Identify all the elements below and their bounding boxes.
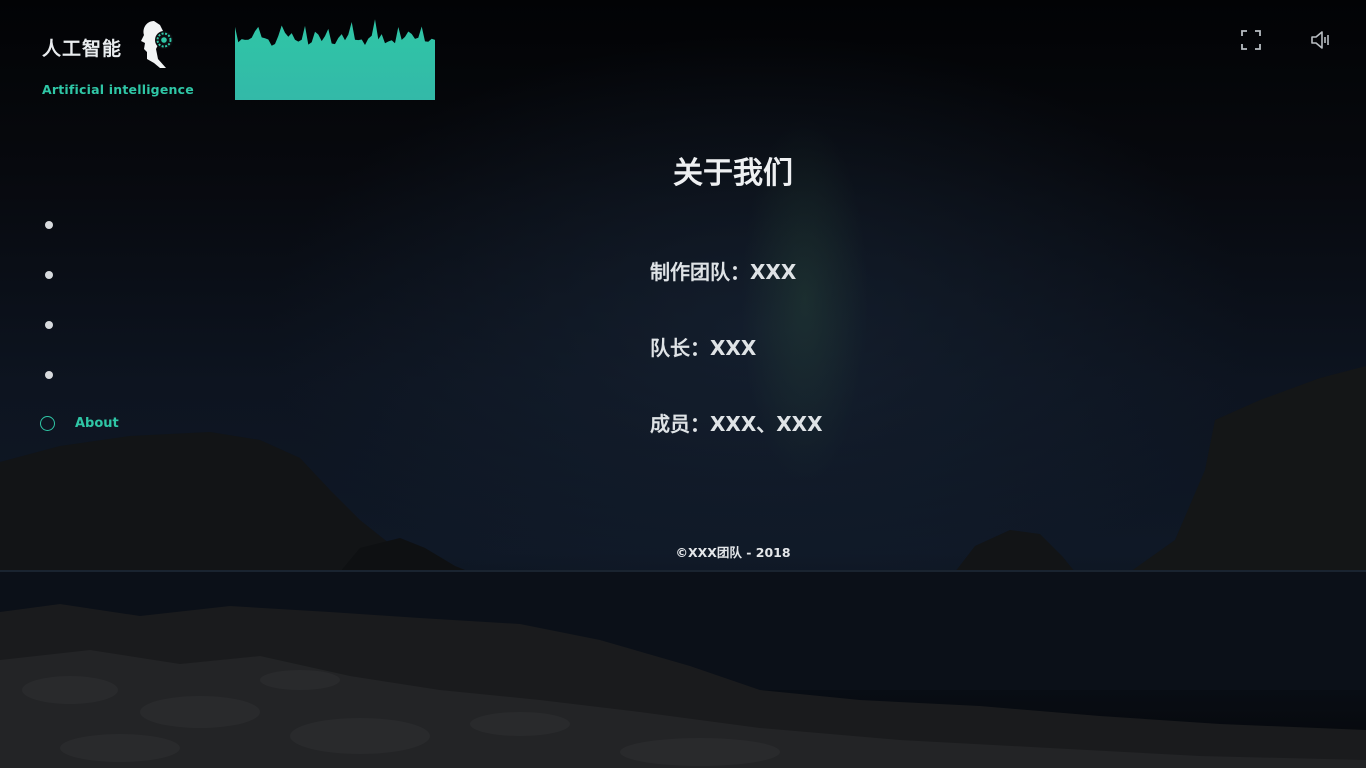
team-line: 制作团队：XXX	[650, 260, 797, 284]
nav-dot	[45, 271, 53, 279]
nav-item-label: About	[75, 416, 119, 431]
copyright: ©XXX团队 - 2018	[675, 545, 791, 560]
nav-item-2[interactable]	[38, 262, 188, 288]
landscape-background	[0, 366, 1366, 768]
members-line: 成员：XXX、XXX	[650, 412, 823, 436]
logo-subtitle: Artificial intelligence	[42, 82, 194, 97]
nav-item-about[interactable]: About	[38, 412, 188, 438]
nav-dot	[45, 221, 53, 229]
face-logo-icon	[141, 21, 173, 68]
active-ring-icon	[40, 416, 55, 431]
page-title: 关于我们	[673, 156, 793, 191]
islet	[955, 530, 1075, 572]
logo-title: 人工智能	[42, 38, 123, 60]
fullscreen-icon[interactable]	[1239, 28, 1263, 52]
right-cliff	[1130, 366, 1366, 572]
leader-line: 队长：XXX	[650, 336, 757, 360]
nav-dot	[45, 321, 53, 329]
audio-visualizer	[235, 19, 435, 100]
volume-icon[interactable]	[1309, 28, 1333, 52]
nav-item-1[interactable]	[38, 212, 188, 238]
nav-item-4[interactable]	[38, 362, 188, 388]
nav-dot	[45, 371, 53, 379]
background-scene: 人工智能 Artificial intelligence About 关于我们 …	[0, 0, 1366, 768]
nav-item-3[interactable]	[38, 312, 188, 338]
side-navigation: About	[38, 212, 198, 452]
